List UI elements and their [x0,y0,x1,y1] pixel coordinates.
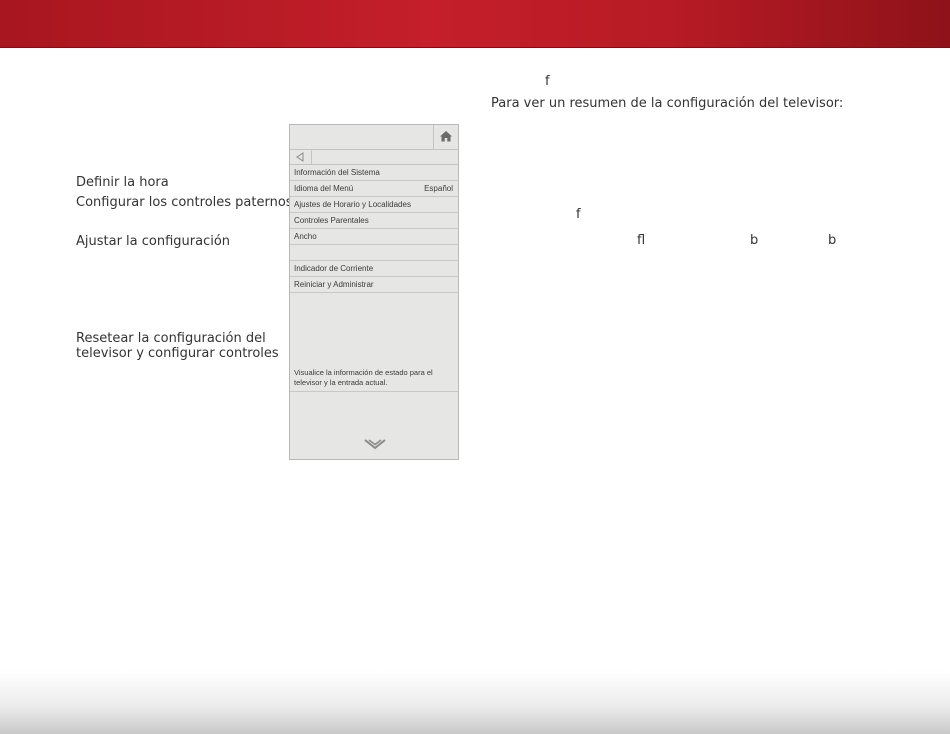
menu-description: Visualice la información de estado para … [294,368,433,387]
menu-item-value: Español [424,184,453,193]
menu-item-reset-admin[interactable]: Reiniciar y Administrar [290,277,458,293]
label-adjust-settings: Ajustar la configuración [76,234,231,249]
menu-item-time-local[interactable]: Ajustes de Horario y Localidades [290,197,458,213]
glyph-fl: fl [637,233,646,248]
glyph-f-top: f [545,74,550,89]
glyph-f-mid: f [576,207,581,222]
summary-instruction: Para ver un resumen de la configuración … [491,96,844,111]
divider [290,391,458,392]
menu-item-blank [290,245,458,261]
menu-item-label: Ajustes de Horario y Localidades [294,200,411,209]
footer-gradient [0,670,950,734]
glyph-b-2: b [828,233,837,248]
label-set-time: Definir la hora [76,175,169,190]
menu-item-label: Información del Sistema [294,168,380,177]
back-arrow-icon [296,152,304,162]
home-icon [440,131,452,142]
menu-item-label: Idioma del Menú [294,184,354,193]
home-button[interactable] [433,125,458,149]
back-button[interactable] [290,149,312,164]
menu-item-menu-language[interactable]: Idioma del Menú Español [290,181,458,197]
menu-item-label: Controles Parentales [294,216,369,225]
menu-nav-row [290,149,458,165]
menu-item-wide[interactable]: Ancho [290,229,458,245]
menu-item-parental-controls[interactable]: Controles Parentales [290,213,458,229]
label-reset-line-2: televisor y configurar controles [76,346,279,361]
menu-item-label: Ancho [294,232,317,241]
menu-item-label: Reiniciar y Administrar [294,280,374,289]
label-parental-controls: Configurar los controles paternos [76,195,293,210]
menu-list: Información del Sistema Idioma del Menú … [290,165,458,293]
tv-settings-menu: Información del Sistema Idioma del Menú … [289,124,459,460]
menu-item-system-info[interactable]: Información del Sistema [290,165,458,181]
label-reset-line-1: Resetear la configuración del [76,331,266,346]
menu-item-label: Indicador de Corriente [294,264,374,273]
glyph-b-1: b [750,233,759,248]
header-bar [0,0,950,48]
chevron-down-icon[interactable] [364,439,386,451]
menu-item-power-indicator[interactable]: Indicador de Corriente [290,261,458,277]
menu-header [290,125,458,150]
